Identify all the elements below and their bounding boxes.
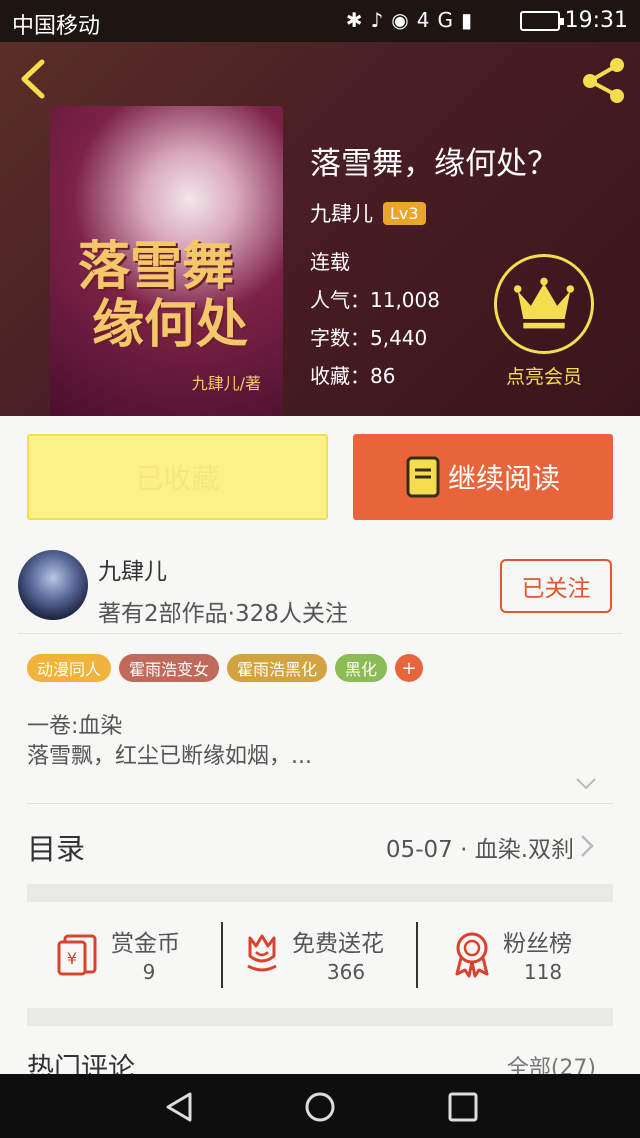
chevron-down-icon[interactable] — [574, 776, 598, 792]
send-flower-button[interactable]: 免费送花 366 — [242, 920, 412, 990]
cover-art-title: 落雪舞 缘何处 — [78, 236, 249, 355]
reward-count: 9 — [142, 960, 156, 984]
author-row: 九肆儿 Lv3 — [310, 198, 426, 228]
medal-icon — [455, 932, 489, 978]
status-bar: 中国移动 ✱♪◉4G▮ 19:31 — [0, 0, 640, 42]
book-header: 落雪舞 缘何处 九肆儿/著 落雪舞，缘何处？ 九肆儿 Lv3 连载 人气：11,… — [0, 42, 640, 416]
avatar[interactable] — [18, 550, 88, 620]
book-author[interactable]: 九肆儿 — [310, 198, 373, 228]
cover-art-author: 九肆儿/著 — [191, 374, 261, 393]
fans-count: 118 — [523, 960, 563, 984]
4g-icon: 4G — [416, 8, 461, 32]
level-badge: Lv3 — [383, 201, 426, 225]
section-separator — [27, 884, 613, 902]
tag-item[interactable]: 霍雨浩黑化 — [227, 654, 328, 682]
tag-item[interactable]: 黑化 — [335, 654, 388, 682]
mute-icon: ♪ — [370, 8, 392, 32]
divider — [27, 803, 613, 804]
section-separator — [27, 1008, 613, 1026]
chevron-right-icon[interactable] — [578, 832, 596, 860]
follow-button[interactable]: 已关注 — [500, 559, 612, 613]
svg-text:¥: ¥ — [67, 949, 77, 968]
synopsis[interactable]: 一卷:血染 落雪飘，红尘已断缘如烟，... — [27, 712, 312, 772]
author-name[interactable]: 九肆儿 — [98, 552, 167, 586]
flower-icon — [247, 934, 277, 972]
status-icons: ✱♪◉4G▮ — [346, 8, 480, 32]
clock: 19:31 — [564, 8, 628, 33]
synopsis-line: 落雪飘，红尘已断缘如烟，... — [27, 744, 312, 769]
member-button[interactable]: 点亮会员 — [494, 254, 594, 389]
home-nav-icon[interactable] — [303, 1090, 337, 1124]
continue-reading-button[interactable]: 继续阅读 — [353, 434, 613, 520]
tag-item[interactable]: 动漫同人 — [27, 654, 112, 682]
carrier-label: 中国移动 — [12, 14, 101, 39]
book-title: 落雪舞，缘何处？ — [310, 146, 558, 182]
book-icon — [406, 456, 440, 498]
fans-ranking-button[interactable]: 粉丝榜 118 — [451, 920, 591, 990]
word-count: 字数：5,440 — [310, 326, 428, 350]
signal-icon: ▮ — [460, 8, 480, 32]
recents-nav-icon[interactable] — [446, 1090, 480, 1124]
divider — [416, 922, 418, 988]
favorites-count: 收藏：86 — [310, 364, 396, 388]
tag-item[interactable]: 霍雨浩变女 — [119, 654, 220, 682]
bluetooth-icon: ✱ — [345, 8, 371, 32]
fans-label: 粉丝榜 — [503, 931, 572, 957]
battery-icon — [520, 11, 564, 31]
reward-coins-button[interactable]: ¥ 赏金币 9 — [55, 920, 205, 990]
share-icon[interactable] — [578, 54, 630, 106]
red-envelope-icon: ¥ — [57, 934, 97, 976]
favorited-button[interactable]: 已收藏 — [27, 434, 328, 520]
member-label: 点亮会员 — [505, 366, 582, 388]
divider — [18, 633, 622, 634]
flower-label: 免费送花 — [292, 931, 384, 957]
flower-count: 366 — [326, 960, 366, 984]
serial-status: 连载 — [310, 250, 350, 274]
book-cover[interactable]: 落雪舞 缘何处 九肆儿/著 — [50, 106, 283, 416]
continue-reading-label: 继续阅读 — [447, 462, 560, 495]
back-icon[interactable] — [14, 56, 54, 102]
divider — [221, 922, 223, 988]
toc-latest-chapter[interactable]: 05-07 · 血染.双刹 — [386, 830, 574, 864]
system-nav-bar — [0, 1074, 640, 1138]
toc-title[interactable]: 目录 — [27, 826, 85, 868]
back-nav-icon[interactable] — [162, 1090, 196, 1124]
popularity-count: 人气：11,008 — [310, 288, 440, 312]
author-stats: 著有2部作品·328人关注 — [98, 601, 348, 627]
tag-list: 动漫同人 霍雨浩变女 霍雨浩黑化 黑化 + — [27, 654, 424, 682]
eye-icon: ◉ — [391, 8, 417, 32]
synopsis-line: 一卷:血染 — [27, 714, 123, 739]
reward-label: 赏金币 — [111, 931, 180, 957]
add-tag-button[interactable]: + — [395, 654, 424, 682]
crown-icon — [494, 254, 594, 354]
